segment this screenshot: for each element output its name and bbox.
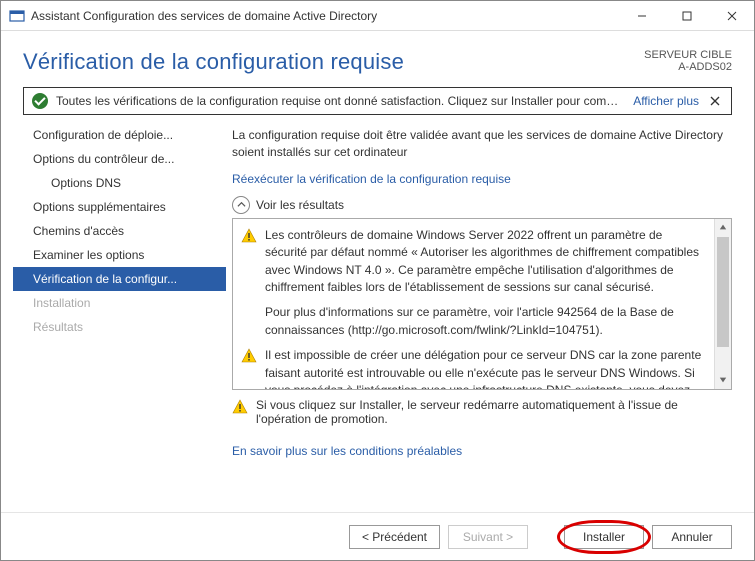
window-title: Assistant Configuration des services de … <box>31 9 619 23</box>
install-button-label: Installer <box>583 530 625 544</box>
warning-item: Si vous cliquez sur Installer, le serveu… <box>232 398 732 426</box>
warning-sub: Pour plus d'informations sur ce paramètr… <box>265 304 706 339</box>
cancel-button[interactable]: Annuler <box>652 525 732 549</box>
page-title: Vérification de la configuration requise <box>23 49 404 75</box>
next-button: Suivant > <box>448 525 528 549</box>
status-close-button[interactable] <box>707 93 723 109</box>
intro-text: La configuration requise doit être valid… <box>232 127 732 162</box>
app-icon <box>9 8 25 24</box>
maximize-button[interactable] <box>664 1 709 31</box>
warning-item: Les contrôleurs de domaine Windows Serve… <box>241 227 706 339</box>
nav-installation: Installation <box>13 291 226 315</box>
chevron-up-icon <box>232 196 250 214</box>
warning-text: Les contrôleurs de domaine Windows Serve… <box>265 227 706 339</box>
success-icon <box>32 93 48 109</box>
results-content: Les contrôleurs de domaine Windows Serve… <box>233 219 714 389</box>
scroll-thumb[interactable] <box>717 237 729 347</box>
install-button[interactable]: Installer <box>564 525 644 549</box>
target-server-block: SERVEUR CIBLE A-ADDS02 <box>644 49 732 73</box>
header: Vérification de la configuration requise… <box>1 31 754 81</box>
status-bar: Toutes les vérifications de la configura… <box>23 87 732 115</box>
nav-dns-options[interactable]: Options DNS <box>13 171 226 195</box>
titlebar: Assistant Configuration des services de … <box>1 1 754 31</box>
close-button[interactable] <box>709 1 754 31</box>
sidebar: Configuration de déploie... Options du c… <box>1 123 226 512</box>
warning-item: Il est impossible de créer une délégatio… <box>241 347 706 389</box>
rerun-check-link[interactable]: Réexécuter la vérification de la configu… <box>232 172 732 186</box>
button-row: < Précédent Suivant > Installer Annuler <box>1 512 754 560</box>
below-results: Si vous cliquez sur Installer, le serveu… <box>232 398 732 434</box>
scroll-up-button[interactable] <box>715 219 731 236</box>
warning-main: Les contrôleurs de domaine Windows Serve… <box>265 227 706 297</box>
learn-more-link[interactable]: En savoir plus sur les conditions préala… <box>232 444 462 458</box>
nav-review-options[interactable]: Examiner les options <box>13 243 226 267</box>
nav-results: Résultats <box>13 315 226 339</box>
nav-paths[interactable]: Chemins d'accès <box>13 219 226 243</box>
warning-icon <box>241 228 257 339</box>
scroll-down-button[interactable] <box>715 372 731 389</box>
nav-dc-options[interactable]: Options du contrôleur de... <box>13 147 226 171</box>
footer-links: En savoir plus sur les conditions préala… <box>232 444 732 458</box>
results-box: Les contrôleurs de domaine Windows Serve… <box>232 218 732 390</box>
warning-icon <box>241 348 257 389</box>
minimize-button[interactable] <box>619 1 664 31</box>
nav-deployment-config[interactable]: Configuration de déploie... <box>13 123 226 147</box>
target-server-label: SERVEUR CIBLE <box>644 49 732 61</box>
show-more-link[interactable]: Afficher plus <box>633 94 699 108</box>
content: La configuration requise doit être valid… <box>226 123 732 512</box>
nav-prereq-check[interactable]: Vérification de la configur... <box>13 267 226 291</box>
nav-additional-options[interactable]: Options supplémentaires <box>13 195 226 219</box>
results-header-label: Voir les résultats <box>256 198 344 212</box>
wizard-window: Assistant Configuration des services de … <box>0 0 755 561</box>
results-header[interactable]: Voir les résultats <box>232 196 732 214</box>
previous-button[interactable]: < Précédent <box>349 525 440 549</box>
restart-warning-text: Si vous cliquez sur Installer, le serveu… <box>256 398 732 426</box>
status-message: Toutes les vérifications de la configura… <box>56 94 625 108</box>
body: Configuration de déploie... Options du c… <box>1 123 754 512</box>
scrollbar[interactable] <box>714 219 731 389</box>
target-server-host: A-ADDS02 <box>644 61 732 73</box>
warning-text: Il est impossible de créer une délégatio… <box>265 347 706 389</box>
warning-icon <box>232 399 248 426</box>
